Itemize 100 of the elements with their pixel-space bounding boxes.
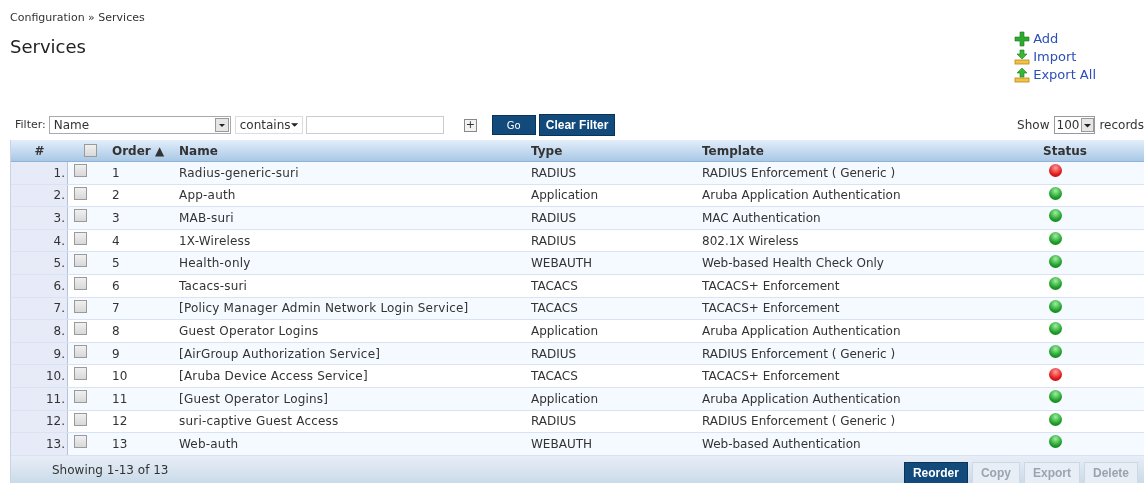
table-cell-text: RADIUS xyxy=(531,413,578,431)
table-cell-text: TACACS xyxy=(531,368,579,386)
table-cell-text: 8 xyxy=(112,322,121,340)
records-select[interactable]: 100 xyxy=(1053,116,1096,134)
column-header: # xyxy=(33,142,46,160)
filter-input[interactable] xyxy=(305,116,444,134)
table-cell-text: TACACS xyxy=(531,300,579,318)
row-number: 2. xyxy=(11,184,68,207)
table-cell-text: 10 xyxy=(112,368,129,386)
dropdown-icon xyxy=(1081,118,1095,132)
action-link[interactable]: Import xyxy=(1014,48,1096,65)
table-cell-text: Aruba Application Authentication xyxy=(702,322,902,340)
row-number: 5. xyxy=(11,252,68,274)
row-checkbox[interactable] xyxy=(74,344,87,358)
table-cell-text: 3 xyxy=(112,210,121,227)
row-checkbox[interactable] xyxy=(74,389,87,403)
table-cell-text: 7 xyxy=(112,300,121,318)
row-checkbox[interactable] xyxy=(74,299,87,313)
table-cell-text: Application xyxy=(531,390,600,408)
download-tray-icon xyxy=(1014,48,1031,65)
row-checkbox[interactable] xyxy=(74,322,87,336)
table-cell-text: suri-captive Guest Access xyxy=(179,413,340,431)
table-cell-text: 1X-Wireless xyxy=(179,232,252,250)
table-cell-text: Application xyxy=(531,322,600,340)
table-cell-text: Health-only xyxy=(179,255,252,273)
table-cell-text: TACACS+ Enforcement xyxy=(702,300,841,318)
table-cell-text: [Policy Manager Admin Network Login Service] xyxy=(179,300,470,318)
table-cell-text: RADIUS xyxy=(531,210,578,227)
table-cell-text: Web-auth xyxy=(179,435,240,453)
row-number: 4. xyxy=(11,229,68,252)
table-cell-text: 802.1X Wireless xyxy=(702,232,800,250)
table-cell-text: RADIUS xyxy=(531,164,578,182)
table-cell-text: 2 xyxy=(112,187,121,205)
action-link[interactable]: Export All xyxy=(1014,66,1096,83)
column-header[interactable]: Template xyxy=(702,141,1043,160)
select-all-checkbox[interactable] xyxy=(83,144,97,157)
table-cell-text: 1 xyxy=(112,164,121,182)
row-checkbox[interactable] xyxy=(74,209,87,223)
row-checkbox[interactable] xyxy=(74,412,87,426)
row-checkbox[interactable] xyxy=(74,367,87,381)
row-number: 7. xyxy=(11,297,68,320)
row-number: 10. xyxy=(11,365,68,387)
column-header[interactable]: Type xyxy=(531,141,702,160)
show-label: Show xyxy=(1017,117,1050,134)
row-checkbox[interactable] xyxy=(74,231,87,245)
table-cell-text: MAC Authentication xyxy=(702,210,822,227)
table-cell-text: TACACS xyxy=(531,277,579,295)
table-cell-text: 12 xyxy=(112,413,129,431)
table-cell-text: Aruba Application Authentication xyxy=(702,187,902,205)
table-cell-text: RADIUS Enforcement ( Generic ) xyxy=(702,413,897,431)
table-cell-text: 5 xyxy=(112,255,121,273)
table-cell-text: TACACS+ Enforcement xyxy=(702,277,841,295)
caret-icon xyxy=(290,122,298,128)
row-number: 8. xyxy=(11,320,68,342)
table-cell-text: RADIUS xyxy=(531,345,578,363)
table-cell-text: Aruba Application Authentication xyxy=(702,390,902,408)
operator-select[interactable]: contains xyxy=(234,116,303,134)
add-filter-button[interactable]: + xyxy=(463,118,477,132)
table-cell-text: 11 xyxy=(112,390,129,408)
field-select[interactable]: Name xyxy=(48,116,231,134)
dropdown-icon xyxy=(214,118,229,132)
table-cell-text: 6 xyxy=(112,277,121,295)
table-cell-text: TACACS+ Enforcement xyxy=(702,368,841,386)
row-number: 3. xyxy=(11,207,68,229)
row-number: 1. xyxy=(11,162,68,184)
action-link[interactable]: Add xyxy=(1014,30,1096,47)
row-checkbox[interactable] xyxy=(74,186,87,200)
table-cell-text: 13 xyxy=(112,435,129,453)
column-header[interactable]: Name xyxy=(179,141,531,160)
page-title: Services xyxy=(10,34,87,59)
go-button[interactable]: Go xyxy=(491,115,536,135)
table-cell-text: RADIUS Enforcement ( Generic ) xyxy=(702,345,897,363)
table-cell-text: [AirGroup Authorization Service] xyxy=(179,345,382,363)
table-cell-text: RADIUS xyxy=(531,232,578,250)
table-cell-text: Web-based Authentication xyxy=(702,435,862,453)
row-checkbox[interactable] xyxy=(74,254,87,268)
records-label: records xyxy=(1099,117,1144,134)
showing-summary: Showing 1-13 of 13 xyxy=(51,461,169,479)
row-number: 6. xyxy=(11,274,68,297)
table-cell-text: RADIUS Enforcement ( Generic ) xyxy=(702,164,897,182)
table-cell-text: WEBAUTH xyxy=(531,435,594,453)
column-header[interactable]: Status xyxy=(1043,141,1087,160)
row-checkbox[interactable] xyxy=(74,276,87,290)
table-cell-text: Radius-generic-suri xyxy=(179,164,300,182)
table-cell-text: Tacacs-suri xyxy=(179,277,249,295)
table-cell-text: 4 xyxy=(112,232,121,250)
plus-icon xyxy=(1014,30,1031,47)
filter-label: Filter: xyxy=(15,116,46,133)
row-checkbox[interactable] xyxy=(74,164,87,177)
breadcrumb: Configuration » Services xyxy=(10,10,145,26)
row-number: 13. xyxy=(11,433,68,455)
footer-button[interactable]: Reorder xyxy=(903,461,968,483)
column-header[interactable]: Order ▲ xyxy=(112,141,179,160)
row-number: 9. xyxy=(11,342,68,365)
row-checkbox[interactable] xyxy=(74,435,87,449)
clear-filter-button[interactable]: Clear Filter xyxy=(538,114,616,136)
table-cell-text: App-auth xyxy=(179,187,237,205)
table-cell-text: [Aruba Device Access Service] xyxy=(179,368,369,386)
table-cell-text: WEBAUTH xyxy=(531,255,594,273)
table-cell-text: 9 xyxy=(112,345,121,363)
